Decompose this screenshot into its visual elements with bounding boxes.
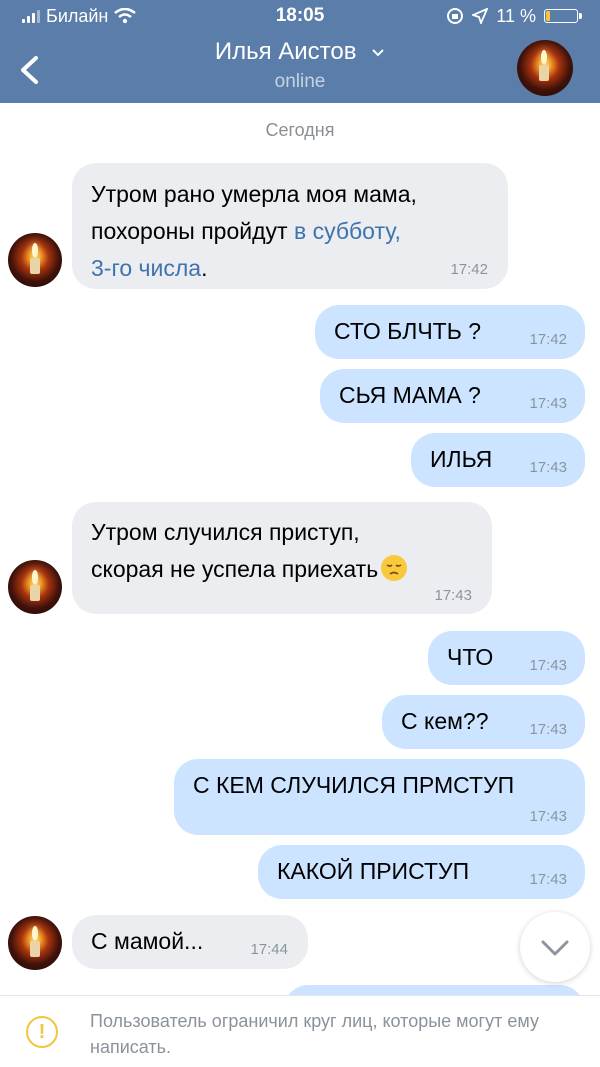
message-bubble[interactable]: Утром рано умерла моя мама, похороны про…	[72, 163, 508, 289]
battery-percent: 11 %	[496, 6, 536, 26]
message-time: 17:42	[529, 331, 567, 348]
avatar[interactable]	[8, 560, 62, 614]
message-bubble[interactable]: ИЛЬЯ 17:43	[411, 433, 585, 487]
message-time: 17:42	[450, 261, 488, 278]
message-time: 17:43	[529, 459, 567, 476]
message-bubble[interactable]: КАКОЙ ПРИСТУП 17:43	[258, 845, 585, 899]
message-time: 17:44	[250, 941, 288, 958]
write-restriction-bar: ! Пользователь ограничил круг лиц, котор…	[0, 995, 600, 1067]
message-bubble[interactable]: С КЕМ СЛУЧИЛСЯ ПРМСТУП 17:43	[174, 759, 585, 835]
message-bubble[interactable]: С мамой... 17:44	[72, 915, 308, 969]
avatar[interactable]	[8, 916, 62, 970]
message-text: СЬЯ МАМА ?	[339, 382, 481, 408]
scroll-down-button[interactable]	[520, 912, 590, 982]
contact-name: Илья Аистов	[214, 38, 357, 65]
avatar[interactable]	[8, 233, 62, 287]
chat-title[interactable]: Илья Аистов	[0, 38, 600, 66]
chevron-down-icon	[372, 48, 384, 57]
message-text: Утром случился приступ, скорая не успела…	[91, 514, 408, 588]
message-time: 17:43	[529, 395, 567, 412]
message-text: С кем??	[401, 708, 489, 734]
message-bubble[interactable]: СТО БЛЧТЬ ? 17:42	[315, 305, 585, 359]
chevron-down-icon	[541, 940, 569, 956]
message-text: ИЛЬЯ	[430, 446, 493, 472]
message-text: ЧТО	[447, 644, 494, 670]
message-text: С мамой...	[91, 928, 204, 954]
pensive-face-emoji-icon	[381, 555, 408, 581]
message-bubble[interactable]: ЧТО 17:43	[428, 631, 585, 685]
presence-status: online	[274, 71, 326, 92]
message-bubble[interactable]: С кем?? 17:43	[382, 695, 585, 749]
message-time: 17:43	[529, 721, 567, 738]
date-separator: Сегодня	[265, 120, 335, 140]
status-right: 11 %	[446, 4, 582, 28]
contact-avatar[interactable]	[517, 40, 573, 96]
date-link[interactable]: в субботу,	[294, 218, 401, 244]
restriction-notice: Пользователь ограничил круг лиц, которые…	[90, 1011, 539, 1057]
message-time: 17:43	[529, 871, 567, 888]
message-time: 17:43	[529, 657, 567, 674]
location-icon	[472, 8, 489, 24]
message-time: 17:43	[529, 808, 567, 825]
message-bubble[interactable]: СЬЯ МАМА ? 17:43	[320, 369, 585, 423]
orientation-lock-icon	[447, 8, 464, 24]
date-link[interactable]: 3-го числа	[91, 255, 201, 281]
warning-icon: !	[26, 1016, 58, 1048]
message-time: 17:43	[434, 587, 472, 604]
message-text: С КЕМ СЛУЧИЛСЯ ПРМСТУП	[193, 772, 515, 798]
message-text: Утром рано умерла моя мама, похороны про…	[91, 181, 417, 281]
message-text: СТО БЛЧТЬ ?	[334, 318, 481, 344]
battery-icon	[544, 9, 582, 23]
message-bubble[interactable]: Утром случился приступ, скорая не успела…	[72, 502, 492, 614]
chat-header: Билайн 18:05 11 % Илья Аистов online	[0, 0, 600, 103]
message-text: КАКОЙ ПРИСТУП	[277, 858, 470, 884]
